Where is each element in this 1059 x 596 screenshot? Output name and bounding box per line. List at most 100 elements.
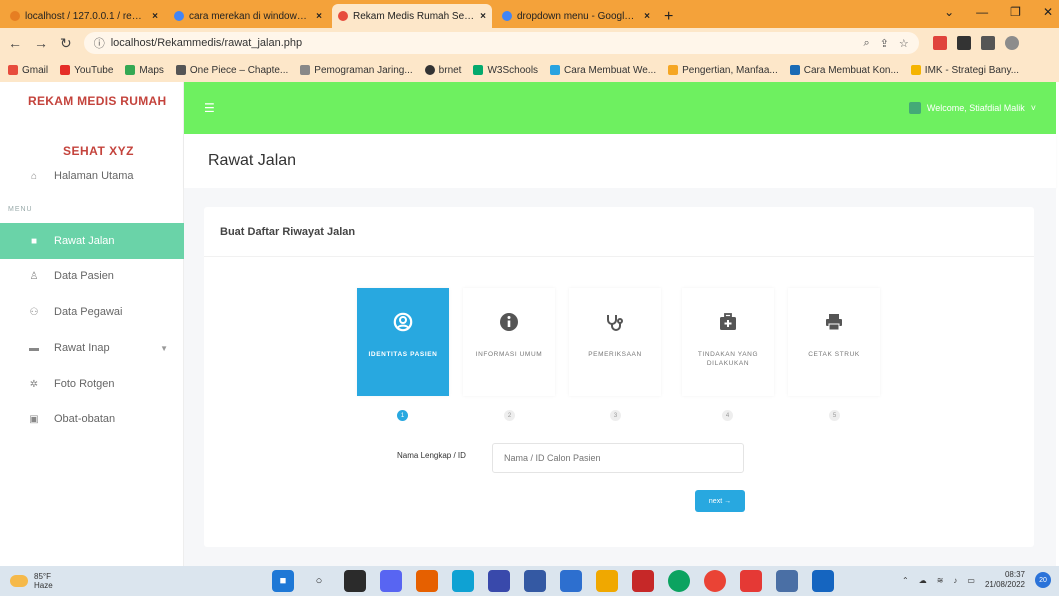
step-number: 1	[397, 410, 408, 421]
edge-icon[interactable]	[452, 570, 474, 592]
bookmark-icon	[300, 65, 311, 75]
volume-icon[interactable]: ♪	[953, 576, 957, 585]
close-icon[interactable]: ×	[316, 11, 322, 22]
step-number: 5	[829, 410, 840, 421]
step-cetak-struk[interactable]: CETAK STRUK	[788, 288, 880, 396]
bookmark-icon	[550, 65, 561, 75]
url-field[interactable]: ⓘ localhost/Rekammedis/rawat_jalan.php ⌕…	[83, 32, 919, 54]
window-controls: ⌄ — ❐ ✕	[944, 5, 1053, 19]
app-icon[interactable]	[488, 570, 510, 592]
chevron-down-icon[interactable]: ⌄	[944, 5, 954, 19]
battery-icon[interactable]: ▭	[967, 576, 975, 585]
search-icon[interactable]: ○	[308, 570, 330, 592]
minimize-button[interactable]: —	[976, 5, 988, 19]
brand-line-2: SEHAT XYZ	[63, 144, 134, 158]
taskbar-apps: ■ ○	[272, 570, 834, 592]
step-informasi-umum[interactable]: INFORMASI UMUM	[463, 288, 555, 396]
screen: localhost / 127.0.0.1 / rekam_me × cara …	[0, 0, 1059, 596]
close-icon[interactable]: ×	[644, 11, 650, 22]
bookmark[interactable]: Gmail	[8, 65, 48, 76]
medkit-icon: ▣	[29, 413, 39, 425]
sidepanel-icon[interactable]	[980, 36, 995, 50]
wps-icon[interactable]	[632, 570, 654, 592]
wifi-icon[interactable]: ≋	[937, 576, 944, 585]
browser-tab[interactable]: cara merekan di windows 11 - Pe ×	[168, 4, 328, 28]
user-dropdown[interactable]: Welcome, Stiafdial Malik ˅	[908, 102, 1036, 114]
step-pemeriksaan[interactable]: PEMERIKSAAN	[569, 288, 661, 396]
extension-icon[interactable]	[932, 36, 947, 50]
browser-tab[interactable]: dropdown menu - Google Penel ×	[496, 4, 656, 28]
firefox-icon[interactable]	[416, 570, 438, 592]
browser-tab-active[interactable]: Rekam Medis Rumah Sehat XYZ ×	[332, 4, 492, 28]
reload-button[interactable]: ↻	[60, 35, 72, 52]
new-tab-button[interactable]: +	[664, 6, 673, 28]
zoom-icon[interactable]: ⌕	[863, 37, 869, 50]
user-circle-icon	[391, 310, 415, 334]
browser-tab[interactable]: localhost / 127.0.0.1 / rekam_me ×	[4, 4, 164, 28]
step-identitas-pasien[interactable]: IDENTITAS PASIEN	[357, 288, 449, 396]
chrome-icon[interactable]	[704, 570, 726, 592]
bookmark[interactable]: IMK - Strategi Bany...	[910, 65, 1019, 76]
puzzle-icon[interactable]	[956, 36, 971, 50]
sidebar-item-rawat-jalan[interactable]: ■ Rawat Jalan	[0, 223, 184, 259]
back-button[interactable]: ←	[8, 35, 22, 51]
bookmark-icon	[424, 65, 435, 75]
profile-avatar[interactable]	[1004, 36, 1019, 50]
share-icon[interactable]: ⇪	[880, 37, 889, 50]
sidebar-item-foto-rotgen[interactable]: ✲ Foto Rotgen	[0, 366, 184, 402]
bookmark[interactable]: Pengertian, Manfaa...	[668, 65, 778, 76]
bookmark[interactable]: W3Schools	[473, 65, 538, 76]
gmail-icon	[8, 65, 18, 75]
forward-button[interactable]: →	[34, 35, 48, 51]
word-icon[interactable]	[812, 570, 834, 592]
clock[interactable]: 08:37 21/08/2022	[985, 570, 1025, 590]
url-text: localhost/Rekammedis/rawat_jalan.php	[110, 37, 303, 49]
sidebar-item-data-pegawai[interactable]: ⚇ Data Pegawai	[0, 294, 184, 330]
notification-badge[interactable]: 20	[1035, 572, 1051, 588]
bookmark[interactable]: Cara Membuat We...	[550, 65, 656, 76]
store-icon[interactable]	[524, 570, 546, 592]
w3schools-icon	[473, 65, 484, 75]
tab-title: localhost / 127.0.0.1 / rekam_me	[25, 10, 146, 22]
bookmark[interactable]: Maps	[125, 65, 164, 76]
step-tindakan[interactable]: TINDAKAN YANG DILAKUKAN	[682, 288, 774, 396]
bookmark[interactable]: One Piece – Chapte...	[175, 65, 288, 76]
windows-start-icon[interactable]: ■	[272, 570, 294, 592]
dropbox-icon[interactable]	[560, 570, 582, 592]
info-icon	[497, 310, 521, 334]
maps-icon	[125, 65, 136, 75]
google-icon	[174, 11, 184, 21]
top-navbar: ☰ Welcome, Stiafdial Malik ˅	[184, 82, 1056, 134]
chevron-up-icon[interactable]: ⌃	[902, 576, 909, 585]
app-icon[interactable]	[776, 570, 798, 592]
cloud-icon[interactable]: ☁	[919, 576, 927, 585]
star-icon[interactable]: ☆	[899, 37, 909, 50]
bookmark[interactable]: Pemograman Jaring...	[300, 65, 413, 76]
close-icon[interactable]: ×	[480, 11, 486, 22]
bookmark-icon	[668, 65, 679, 75]
sidebar-item-home[interactable]: ⌂ Halaman Utama	[0, 158, 184, 194]
sidebar-item-rawat-inap[interactable]: ▬ Rawat Inap ▼	[0, 330, 184, 366]
close-window-button[interactable]: ✕	[1043, 5, 1053, 19]
info-icon[interactable]: ⓘ	[94, 35, 105, 51]
menu-toggle-icon[interactable]: ☰	[204, 101, 215, 115]
next-button[interactable]: next →	[695, 490, 745, 512]
brand-line-1: REKAM MEDIS RUMAH	[28, 94, 167, 108]
stethoscope-icon	[603, 310, 627, 334]
chat-icon[interactable]	[380, 570, 402, 592]
name-input[interactable]	[492, 443, 744, 473]
app-icon[interactable]	[740, 570, 762, 592]
sidebar-item-data-pasien[interactable]: ♙ Data Pasien	[0, 258, 184, 294]
restore-button[interactable]: ❐	[1010, 5, 1021, 19]
weather-widget[interactable]: 85°F Haze	[10, 572, 53, 590]
printer-icon	[822, 310, 846, 334]
bookmark[interactable]: Cara Membuat Kon...	[789, 65, 899, 76]
close-icon[interactable]: ×	[152, 11, 158, 22]
bookmark[interactable]: YouTube	[60, 65, 113, 76]
tab-title: dropdown menu - Google Penel	[517, 10, 638, 22]
sidebar-item-obat-obatan[interactable]: ▣ Obat-obatan	[0, 401, 184, 437]
bookmark[interactable]: brnet	[424, 65, 461, 76]
task-view-icon[interactable]	[344, 570, 366, 592]
folder-icon[interactable]	[596, 570, 618, 592]
chrome-alt-icon[interactable]	[668, 570, 690, 592]
